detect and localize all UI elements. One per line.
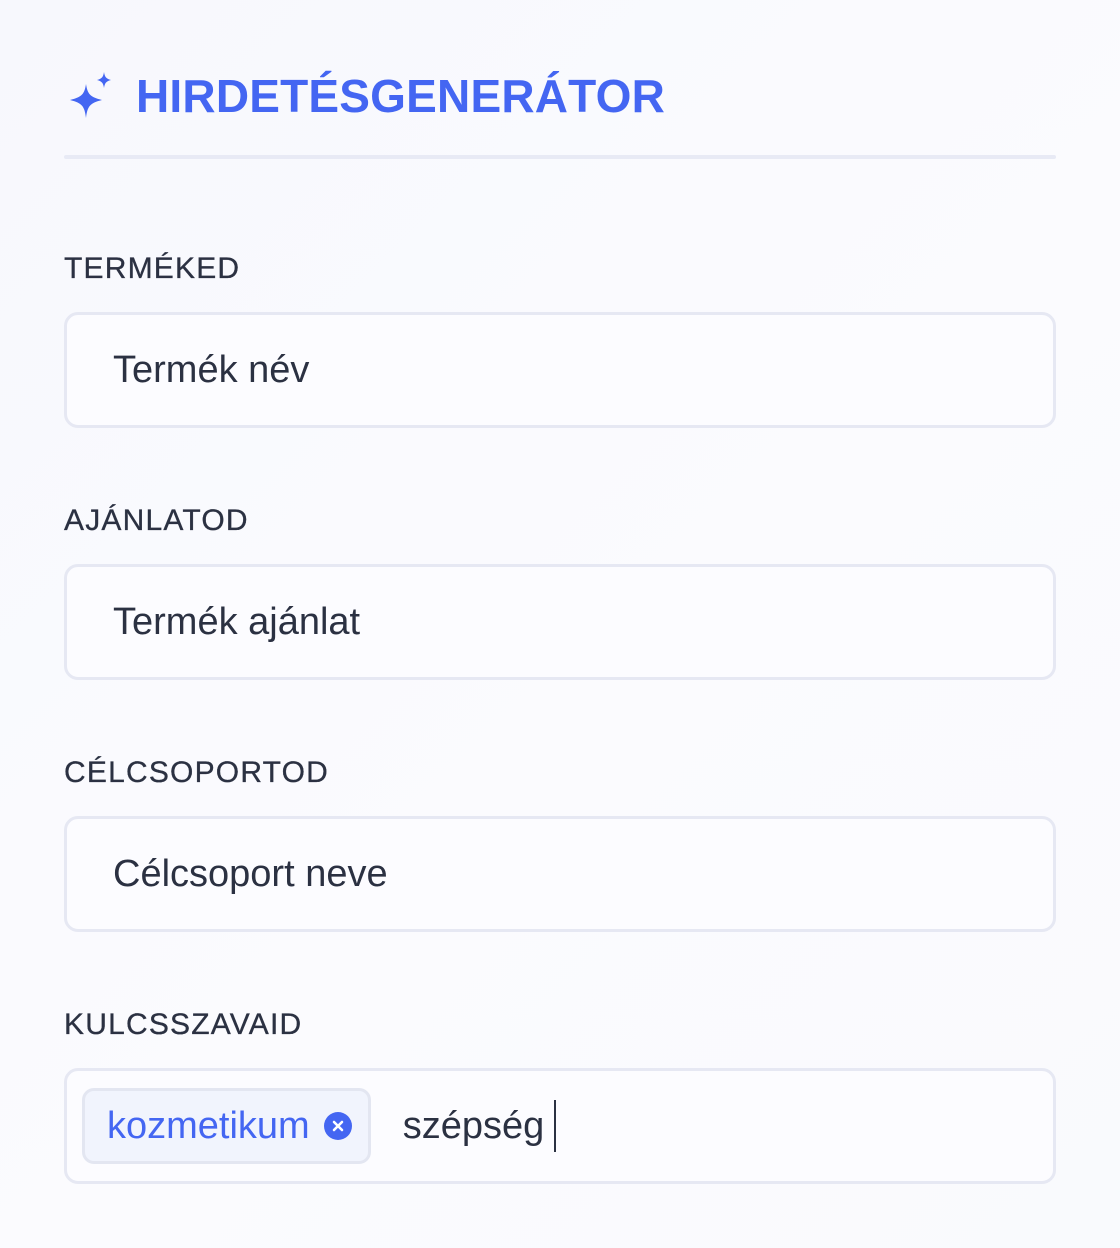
keywords-field[interactable]: kozmetikum szépség bbox=[64, 1068, 1056, 1184]
text-cursor bbox=[554, 1100, 557, 1152]
header-divider bbox=[64, 155, 1056, 159]
keywords-label: KULCSSZAVAID bbox=[64, 1008, 303, 1041]
keyword-input-text[interactable]: szépség bbox=[403, 1104, 545, 1148]
offer-label: AJÁNLATOD bbox=[64, 504, 249, 537]
keyword-tag: kozmetikum bbox=[82, 1088, 371, 1164]
audience-label: CÉLCSOPORTOD bbox=[64, 756, 330, 789]
ad-generator-panel: HIRDETÉSGENERÁTOR TERMÉKED AJÁNLATOD CÉL… bbox=[0, 0, 1120, 1248]
audience-input[interactable] bbox=[67, 819, 1053, 929]
product-input[interactable] bbox=[67, 315, 1053, 425]
remove-tag-icon[interactable] bbox=[323, 1112, 352, 1140]
sparkle-icon bbox=[64, 70, 116, 122]
product-field[interactable] bbox=[64, 312, 1056, 428]
audience-field[interactable] bbox=[64, 816, 1056, 932]
product-label: TERMÉKED bbox=[64, 252, 241, 285]
keyword-tag-label: kozmetikum bbox=[107, 1105, 310, 1147]
offer-input[interactable] bbox=[67, 567, 1053, 677]
panel-header: HIRDETÉSGENERÁTOR bbox=[64, 68, 1056, 124]
offer-field[interactable] bbox=[64, 564, 1056, 680]
page-title: HIRDETÉSGENERÁTOR bbox=[136, 70, 666, 122]
